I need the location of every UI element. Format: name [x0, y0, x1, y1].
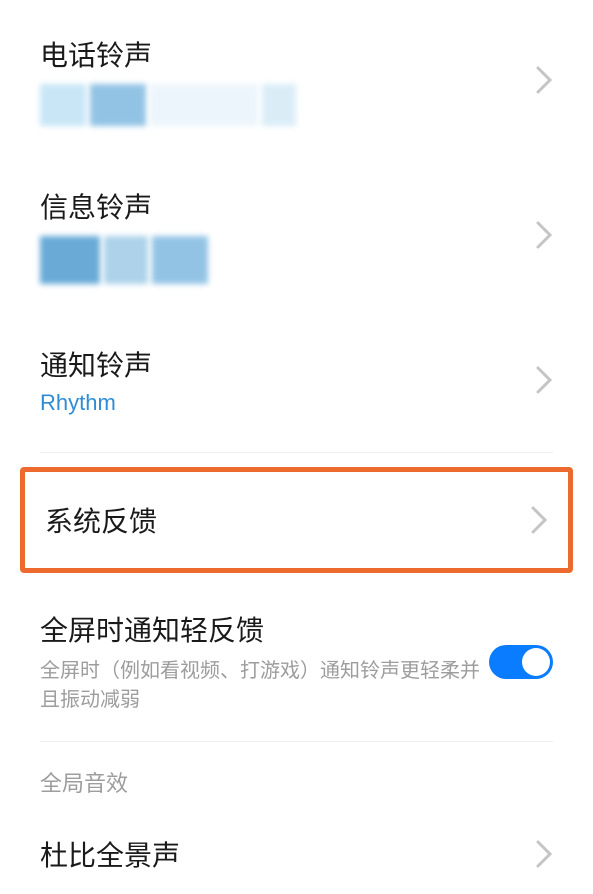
- highlighted-item: 系统反馈: [20, 467, 573, 573]
- redacted-subtitle: [40, 84, 519, 126]
- settings-item-message-ringtone[interactable]: 信息铃声: [0, 156, 593, 314]
- chevron-right-icon: [530, 505, 548, 535]
- settings-item-system-feedback[interactable]: 系统反馈: [25, 472, 568, 568]
- row-text: 杜比全景声: [40, 834, 519, 874]
- item-title: 通知铃声: [40, 344, 519, 384]
- divider: [40, 452, 553, 453]
- redacted-subtitle: [40, 236, 519, 284]
- settings-item-fullscreen-light-feedback: 全屏时通知轻反馈 全屏时（例如看视频、打游戏）通知铃声更轻柔并且振动减弱: [0, 587, 593, 741]
- item-title: 系统反馈: [45, 500, 514, 540]
- toggle-switch[interactable]: [489, 645, 553, 679]
- section-header-global-effects: 全局音效: [0, 742, 593, 810]
- row-text: 电话铃声: [40, 34, 519, 126]
- row-text: 系统反馈: [45, 500, 514, 540]
- settings-item-dolby-atmos[interactable]: 杜比全景声: [0, 810, 593, 894]
- item-title: 全屏时通知轻反馈: [40, 609, 489, 649]
- item-description: 全屏时（例如看视频、打游戏）通知铃声更轻柔并且振动减弱: [40, 657, 489, 715]
- item-title: 信息铃声: [40, 186, 519, 226]
- chevron-right-icon: [535, 365, 553, 395]
- settings-item-phone-ringtone[interactable]: 电话铃声: [0, 0, 593, 156]
- chevron-right-icon: [535, 65, 553, 95]
- item-subtitle: Rhythm: [40, 390, 519, 416]
- chevron-right-icon: [535, 839, 553, 869]
- item-title: 电话铃声: [40, 34, 519, 74]
- row-text: 全屏时通知轻反馈 全屏时（例如看视频、打游戏）通知铃声更轻柔并且振动减弱: [40, 609, 489, 715]
- settings-item-notification-ringtone[interactable]: 通知铃声 Rhythm: [0, 314, 593, 452]
- item-title: 杜比全景声: [40, 834, 519, 874]
- row-text: 通知铃声 Rhythm: [40, 344, 519, 416]
- row-text: 信息铃声: [40, 186, 519, 284]
- chevron-right-icon: [535, 220, 553, 250]
